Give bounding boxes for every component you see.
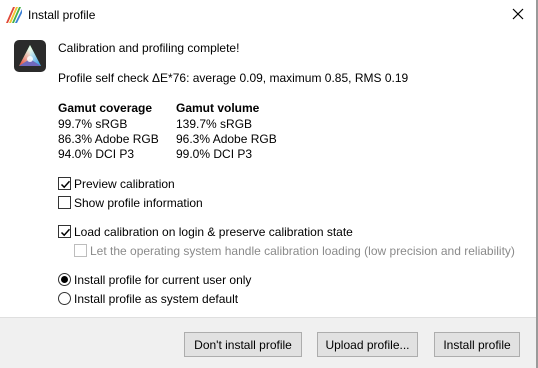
install-profile-button-label: Install profile (443, 337, 511, 352)
dont-install-button-label: Don't install profile (194, 337, 292, 352)
dont-install-button[interactable]: Don't install profile (184, 332, 302, 357)
gamut-coverage-header: Gamut coverage (58, 101, 153, 115)
preview-calibration-label[interactable]: Preview calibration (74, 176, 175, 192)
displaycal-icon (6, 7, 22, 23)
preview-calibration-checkbox[interactable] (58, 177, 71, 190)
gamut-volume-value: 96.3% Adobe RGB (176, 132, 277, 146)
install-current-user-radio[interactable] (58, 273, 71, 286)
gamut-coverage-value: 86.3% Adobe RGB (58, 132, 159, 146)
self-check-text: Profile self check ΔE*76: average 0.09, … (58, 71, 409, 85)
load-calibration-label[interactable]: Load calibration on login & preserve cal… (74, 224, 353, 240)
gamut-coverage-value: 99.7% sRGB (58, 117, 128, 131)
os-handle-calibration-label[interactable]: Let the operating system handle calibrat… (90, 243, 515, 259)
os-handle-calibration-checkbox[interactable] (74, 244, 87, 257)
show-profile-info-checkbox[interactable] (58, 196, 71, 209)
close-button[interactable] (498, 0, 538, 31)
upload-profile-button[interactable]: Upload profile... (317, 332, 418, 357)
install-system-default-label[interactable]: Install profile as system default (74, 291, 238, 307)
gamut-volume-value: 99.0% DCI P3 (176, 147, 253, 161)
install-current-user-label[interactable]: Install profile for current user only (74, 272, 251, 288)
displaycal-logo-icon (14, 40, 46, 72)
upload-profile-button-label: Upload profile... (325, 337, 410, 352)
radio-selected-dot (61, 276, 68, 283)
load-calibration-checkbox[interactable] (58, 225, 71, 238)
title-bar: Install profile (0, 0, 538, 31)
show-profile-info-label[interactable]: Show profile information (74, 195, 203, 211)
install-system-default-radio[interactable] (58, 292, 71, 305)
button-bar: Don't install profile Upload profile... … (0, 317, 538, 368)
close-icon (512, 8, 524, 23)
gamut-coverage-value: 94.0% DCI P3 (58, 147, 135, 161)
gamut-volume-header: Gamut volume (176, 101, 260, 115)
gamut-volume-value: 139.7% sRGB (176, 117, 253, 131)
install-profile-button[interactable]: Install profile (434, 332, 520, 357)
window-title: Install profile (28, 8, 96, 22)
checkmark-icon (60, 228, 71, 237)
completion-heading: Calibration and profiling complete! (58, 41, 240, 55)
checkmark-icon (60, 180, 71, 189)
